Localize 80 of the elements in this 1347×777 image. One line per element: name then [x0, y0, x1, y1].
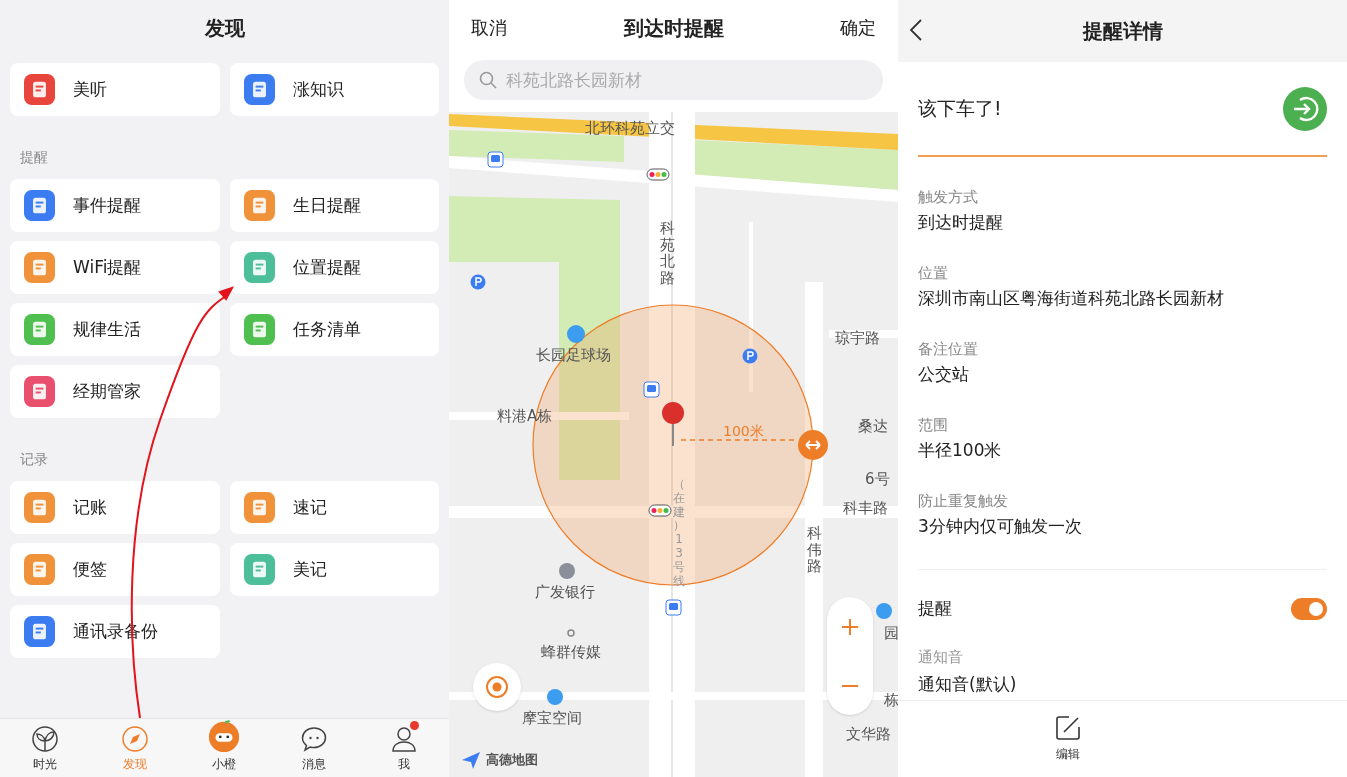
back-chevron-icon	[910, 19, 922, 41]
compass-icon	[120, 725, 149, 753]
map-label: 桑达	[858, 416, 888, 437]
tab-bar-item[interactable]: 我	[359, 719, 449, 777]
feature-tile[interactable]: 速记	[229, 481, 439, 534]
page-title: 到达时提醒	[623, 14, 724, 42]
feature-tile[interactable]: 美听	[10, 63, 220, 116]
field-label: 位置	[918, 263, 949, 283]
feature-tile[interactable]: 美记	[229, 543, 439, 596]
section-label: 提醒	[20, 149, 48, 165]
map-label: 科苑北路	[660, 220, 676, 286]
radius-label: 100米	[723, 422, 764, 441]
field-value: 3分钟内仅可触发一次	[918, 515, 1083, 537]
location-pin	[662, 402, 684, 447]
map-label: （在建）13号线	[672, 478, 686, 589]
page-title: 提醒详情	[1082, 18, 1163, 45]
map-label: 广发银行	[535, 582, 595, 603]
minus-icon	[841, 683, 859, 688]
field-value: 深圳市南山区粤海街道科苑北路长园新材	[918, 287, 1225, 309]
leaf-icon	[30, 725, 59, 753]
cancel-button[interactable]: 取消	[471, 14, 507, 41]
field-value: 通知音(默认)	[918, 673, 1018, 695]
feature-tile[interactable]: 记账	[10, 481, 220, 534]
confirm-button[interactable]: 确定	[840, 14, 876, 41]
parking-icon	[742, 348, 758, 364]
bus-stop-icon	[643, 381, 660, 398]
feature-tile[interactable]: 生日提醒	[229, 179, 439, 232]
map-label: 长园足球场	[536, 345, 611, 366]
map-label: 蜂群传媒	[541, 642, 601, 663]
page-title: 发现	[204, 14, 245, 42]
edit-button[interactable]: 编辑	[1043, 715, 1093, 763]
map-label: 文华路	[846, 724, 891, 745]
tab-bar-item[interactable]: 消息	[269, 719, 360, 777]
tab-bar-item[interactable]: 时光	[0, 719, 90, 777]
field-label: 通知音	[918, 647, 964, 667]
feature-tile[interactable]: 涨知识	[229, 63, 439, 116]
parking-icon	[470, 274, 486, 290]
bus-stop-icon	[665, 599, 682, 616]
paper-plane-icon	[460, 749, 482, 771]
reminder-title: 该下车了!	[918, 96, 1002, 122]
toggle-switch[interactable]	[1291, 597, 1327, 620]
target-icon	[485, 675, 509, 699]
field-value: 到达时提醒	[918, 211, 1004, 233]
feature-tile[interactable]: 经期管家	[10, 365, 220, 418]
section-label: 记录	[20, 451, 48, 467]
map-label: 园	[884, 623, 898, 644]
map-label: 琼宇路	[835, 328, 880, 349]
map-label: 摩宝空间	[522, 708, 582, 729]
field-label: 防止重复触发	[918, 491, 1009, 511]
feature-tile[interactable]: WiFi提醒	[10, 241, 220, 294]
map-drawing[interactable]	[449, 112, 898, 777]
search-bar[interactable]: 科苑北路长园新材	[464, 60, 883, 100]
map-label: 科丰路	[843, 498, 888, 519]
edit-icon	[1055, 715, 1081, 741]
feature-tile[interactable]: 事件提醒	[10, 179, 220, 232]
map-label: 科伟路	[807, 525, 823, 575]
feature-tile[interactable]: 便签	[10, 543, 220, 596]
feature-tile[interactable]: 规律生活	[10, 303, 220, 356]
place-dot-icon	[567, 629, 575, 637]
map-logo-text: 高德地图	[486, 751, 538, 770]
field-value: 公交站	[918, 363, 970, 385]
feature-tile[interactable]: 位置提醒	[229, 241, 439, 294]
tab-bar-item[interactable]: 小橙	[179, 719, 270, 777]
map-label: 栋	[884, 690, 898, 711]
toggle-label: 提醒	[918, 596, 952, 620]
field-label: 备注位置	[918, 339, 979, 359]
traffic-light-icon	[646, 168, 670, 181]
map-label: 6号	[865, 469, 890, 490]
bus-stop-icon	[487, 151, 504, 168]
traffic-light-icon	[648, 504, 672, 517]
field-label: 范围	[918, 415, 949, 435]
person-icon	[390, 725, 419, 753]
field-value: 半径100米	[918, 439, 1003, 461]
field-label: 触发方式	[918, 187, 979, 207]
search-field[interactable]: 科苑北路长园新材	[506, 65, 869, 95]
chat-bubble-icon	[300, 725, 329, 753]
plus-icon	[841, 617, 859, 636]
feature-tile[interactable]: 任务清单	[229, 303, 439, 356]
double-arrow-icon	[805, 440, 821, 450]
search-icon	[478, 70, 498, 90]
